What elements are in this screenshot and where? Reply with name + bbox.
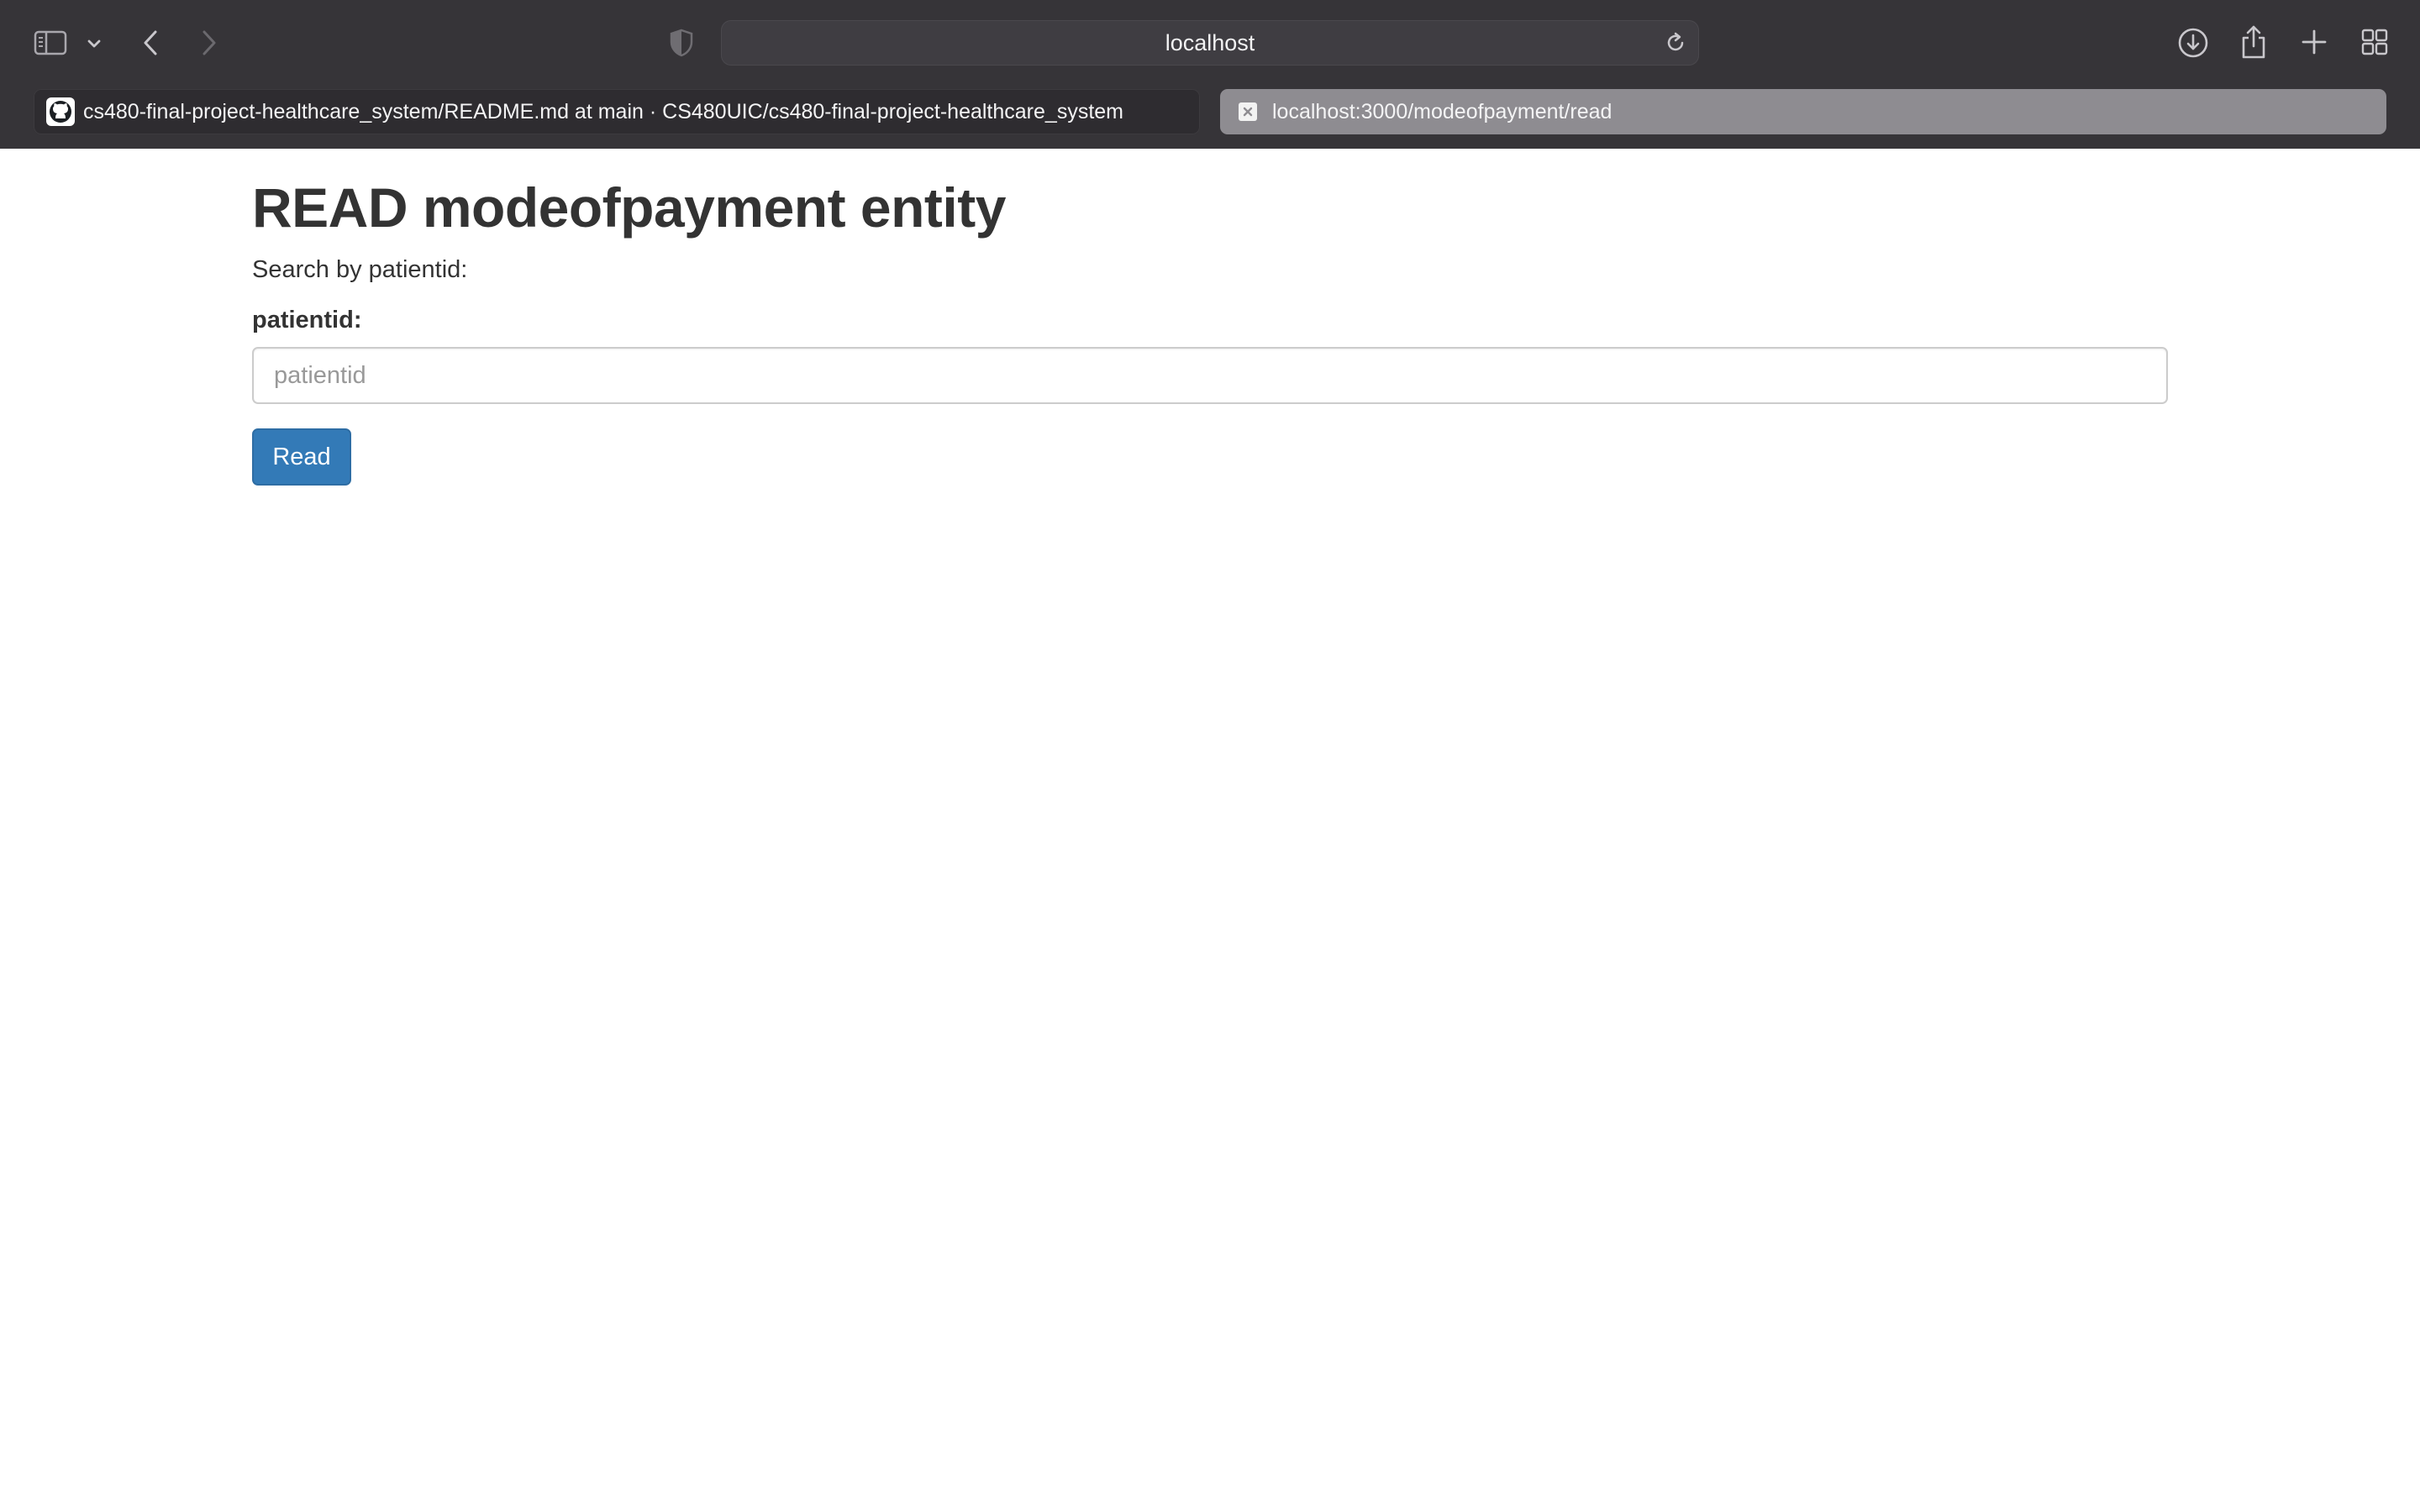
patientid-label: patientid: bbox=[252, 307, 362, 333]
tab-title: localhost:3000/modeofpayment/read bbox=[1272, 99, 1612, 123]
patientid-input[interactable] bbox=[252, 347, 2168, 404]
page-content: READ modeofpayment entity Search by pati… bbox=[0, 149, 2420, 1512]
address-bar[interactable]: localhost bbox=[721, 20, 1699, 66]
github-icon bbox=[46, 97, 75, 126]
back-icon[interactable] bbox=[138, 27, 163, 59]
tab-modeofpayment-read[interactable]: localhost:3000/modeofpayment/read bbox=[1220, 89, 2386, 134]
forward-icon[interactable] bbox=[197, 27, 222, 59]
read-button[interactable]: Read bbox=[252, 428, 351, 486]
browser-chrome: localhost cs480-final-project-healthcare… bbox=[0, 0, 2420, 150]
tab-title: cs480-final-project-healthcare_system/RE… bbox=[83, 99, 1123, 123]
search-instructions: Search by patientid: bbox=[252, 256, 468, 283]
download-icon[interactable] bbox=[2175, 25, 2211, 60]
new-tab-icon[interactable] bbox=[2299, 27, 2329, 57]
tab-bar: cs480-final-project-healthcare_system/RE… bbox=[0, 86, 2420, 149]
default-page-icon[interactable] bbox=[1239, 102, 1257, 121]
chevron-down-icon[interactable] bbox=[84, 34, 104, 54]
privacy-shield-icon[interactable] bbox=[667, 27, 696, 59]
reload-icon[interactable] bbox=[1664, 31, 1687, 55]
share-icon[interactable] bbox=[2238, 24, 2269, 60]
tab-github-readme[interactable]: cs480-final-project-healthcare_system/RE… bbox=[34, 89, 1200, 134]
sidebar-icon[interactable] bbox=[32, 28, 69, 58]
address-text[interactable]: localhost bbox=[721, 20, 1699, 66]
tab-overview-icon[interactable] bbox=[2360, 27, 2390, 57]
page-title: READ modeofpayment entity bbox=[252, 176, 1006, 239]
browser-toolbar: localhost bbox=[0, 0, 2420, 86]
